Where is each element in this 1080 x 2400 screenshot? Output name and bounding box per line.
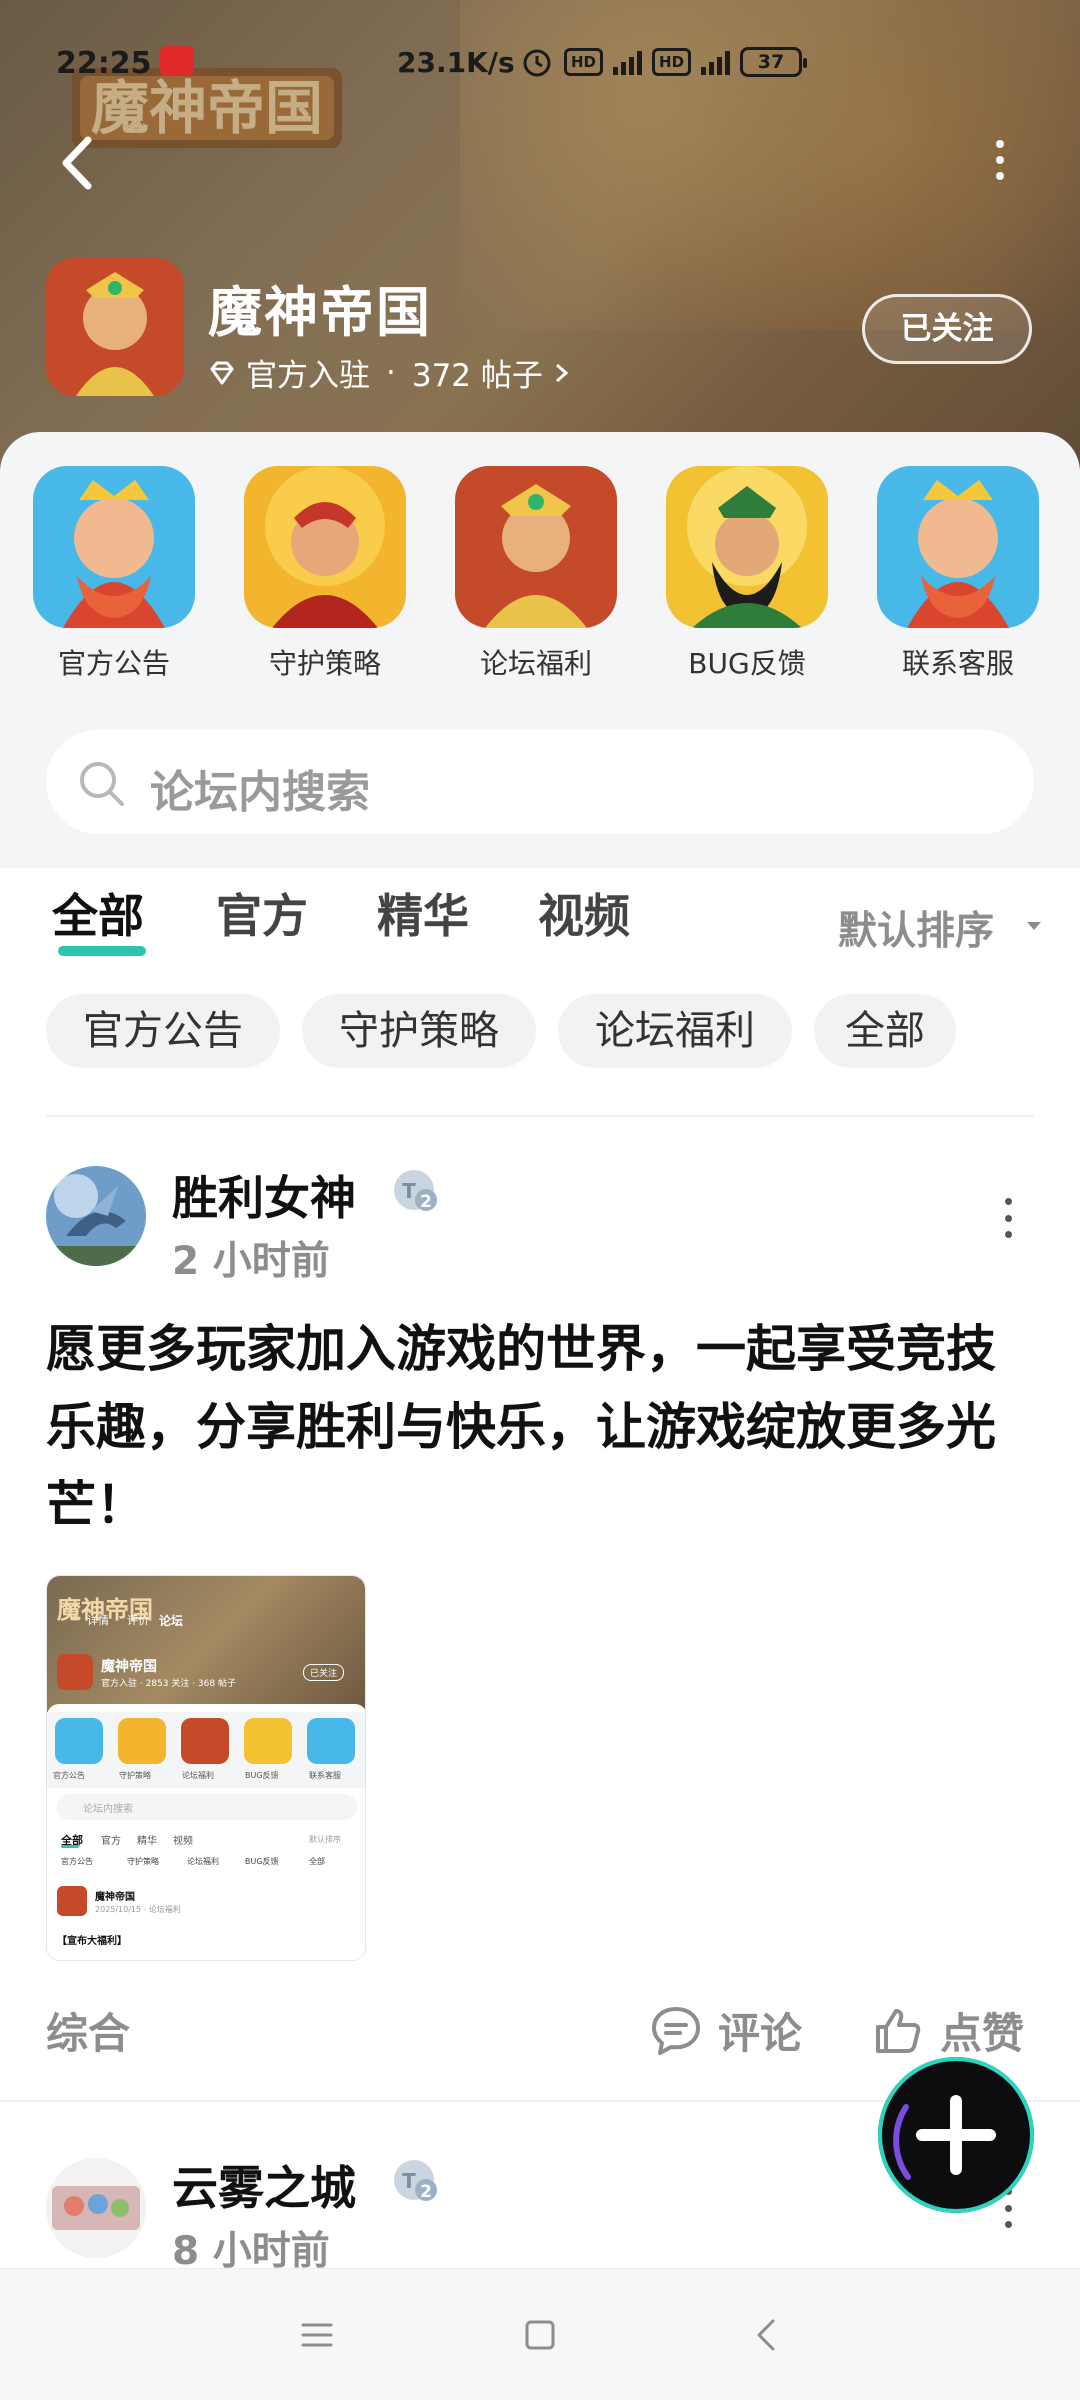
signal-icon-2: [701, 49, 731, 75]
avatar[interactable]: [46, 2158, 146, 2258]
chip-welfare[interactable]: 论坛福利: [558, 994, 792, 1068]
game-meta[interactable]: 官方入驻 · 372 帖子: [208, 350, 571, 395]
shortcut-support[interactable]: 联系客服: [873, 466, 1043, 682]
home-icon[interactable]: [518, 2313, 562, 2357]
back-arrow-icon[interactable]: [48, 126, 108, 200]
chip-strategy[interactable]: 守护策略: [302, 994, 536, 1068]
thumb-tab: 详情: [87, 1614, 109, 1627]
divider: [46, 1115, 1034, 1117]
svg-text:T: T: [402, 2169, 416, 2193]
chevron-right-icon: [555, 363, 569, 382]
back-icon[interactable]: [745, 2313, 789, 2357]
battery-icon: 37: [740, 47, 808, 77]
comment-button[interactable]: 评论: [648, 2000, 802, 2061]
post-author[interactable]: 胜利女神: [172, 1162, 356, 1228]
svg-text:2: 2: [420, 1192, 432, 1212]
post-author[interactable]: 云雾之城: [172, 2152, 356, 2218]
menu-icon[interactable]: [295, 2313, 339, 2357]
signal-icon: [613, 49, 643, 75]
hd-icon: HD: [564, 48, 604, 76]
post-time: 2 小时前: [172, 1239, 330, 1284]
tab-featured[interactable]: 精华: [377, 880, 469, 946]
like-button[interactable]: 点赞: [870, 2000, 1024, 2061]
svg-text:T: T: [402, 1179, 416, 1203]
bug-feedback-hero-icon: [666, 466, 828, 628]
strategy-hero-icon: [244, 466, 406, 628]
thumb-icon-strip: 官方公告 守护策略 论坛福利 BUG反馈 联系客服: [47, 1712, 365, 1788]
thumb-tab: 论坛: [159, 1614, 184, 1628]
status-bar: 22:25 23.1K/s HD HD 37: [0, 0, 1080, 120]
caret-down-icon[interactable]: [1027, 922, 1041, 930]
comment-label: 评论: [718, 2009, 803, 2058]
create-post-button[interactable]: [878, 2057, 1034, 2213]
meta-dot: ·: [386, 354, 396, 391]
tab-video[interactable]: 视频: [538, 880, 630, 946]
thumb-game-icon: [57, 1654, 93, 1690]
network-speed: 23.1K/s: [397, 46, 515, 79]
shortcut-label: 论坛福利: [479, 647, 592, 680]
search-placeholder: 论坛内搜索: [150, 767, 370, 818]
more-options-icon[interactable]: [985, 140, 1015, 180]
shortcut-label: 联系客服: [901, 647, 1014, 680]
game-icon: [46, 258, 184, 396]
forum-header: 魔神帝国 22:25 23.1K/s HD HD 37 魔神帝国 官方入驻 · …: [0, 0, 1080, 470]
status-time: 22:25: [56, 46, 152, 81]
thumb-title: 魔神帝国: [101, 1659, 157, 1675]
support-hero-icon: [877, 466, 1039, 628]
shortcut-announcement[interactable]: 官方公告: [29, 466, 199, 682]
alarm-icon: [523, 49, 551, 77]
game-title: 魔神帝国: [208, 281, 432, 344]
level-badge-icon: T 2: [394, 1170, 437, 1212]
shortcut-bug-feedback[interactable]: BUG反馈: [662, 466, 832, 682]
status-icons: HD HD 37: [520, 44, 808, 80]
post-more-icon[interactable]: [1002, 1198, 1014, 1238]
shortcut-label: BUG反馈: [688, 647, 806, 680]
comment-icon: [652, 2006, 700, 2055]
shortcut-label: 守护策略: [268, 647, 381, 680]
post-image-thumbnail[interactable]: 魔神帝国 详情 评价 论坛 魔神帝国 官方入驻 · 2853 关注 · 368 …: [46, 1575, 366, 1961]
thumb-follow: 已关注: [303, 1664, 345, 1681]
post-count: 372 帖子: [411, 358, 543, 394]
shortcut-label: 官方公告: [57, 647, 170, 680]
shortcut-strategy[interactable]: 守护策略: [240, 466, 410, 682]
notification-icon: [160, 46, 194, 76]
shortcut-welfare[interactable]: 论坛福利: [451, 466, 621, 682]
thumb-header: 魔神帝国 详情 评价 论坛 魔神帝国 官方入驻 · 2853 关注 · 368 …: [47, 1576, 365, 1712]
chip-all[interactable]: 全部: [814, 994, 956, 1068]
like-label: 点赞: [940, 2009, 1025, 2058]
tab-all[interactable]: 全部: [52, 880, 144, 946]
sort-dropdown[interactable]: 默认排序: [838, 900, 994, 956]
thumb-tab: 评价: [127, 1614, 149, 1627]
plus-icon: [893, 2095, 996, 2180]
thumb-meta: 官方入驻 · 2853 关注 · 368 帖子: [101, 1679, 236, 1689]
level-badge-icon: T 2: [394, 2160, 437, 2202]
post-content[interactable]: 愿更多玩家加入游戏的世界，一起享受竞技乐趣，分享胜利与快乐，让游戏绽放更多光芒！: [46, 1310, 1036, 1544]
verified-diamond-icon: [210, 361, 234, 384]
search-icon: [80, 762, 124, 806]
hd-icon-2: HD: [652, 48, 692, 76]
search-input[interactable]: 论坛内搜索: [46, 730, 1034, 834]
tab-official[interactable]: 官方: [216, 880, 308, 946]
post-category[interactable]: 综合: [46, 2000, 130, 2061]
active-tab-indicator: [58, 946, 146, 956]
shortcut-panel: 官方公告 守护策略 论坛福利 BUG反馈 联系客服 论坛内搜索: [0, 432, 1080, 868]
official-label: 官方入驻: [246, 358, 370, 394]
avatar[interactable]: [46, 1166, 146, 1266]
follow-button[interactable]: 已关注: [862, 294, 1032, 364]
thumb-body: 官方公告 守护策略 论坛福利 BUG反馈 联系客服 论坛内搜索 全部 官方 精华…: [47, 1704, 365, 1960]
chip-announcement[interactable]: 官方公告: [46, 994, 280, 1068]
thumbs-up-icon: [876, 2008, 921, 2053]
thumb-search: 论坛内搜索: [57, 1794, 357, 1820]
svg-text:2: 2: [420, 2182, 432, 2202]
announcement-hero-icon: [33, 466, 195, 628]
welfare-hero-icon: [455, 466, 617, 628]
system-nav-bar: [0, 2268, 1080, 2400]
